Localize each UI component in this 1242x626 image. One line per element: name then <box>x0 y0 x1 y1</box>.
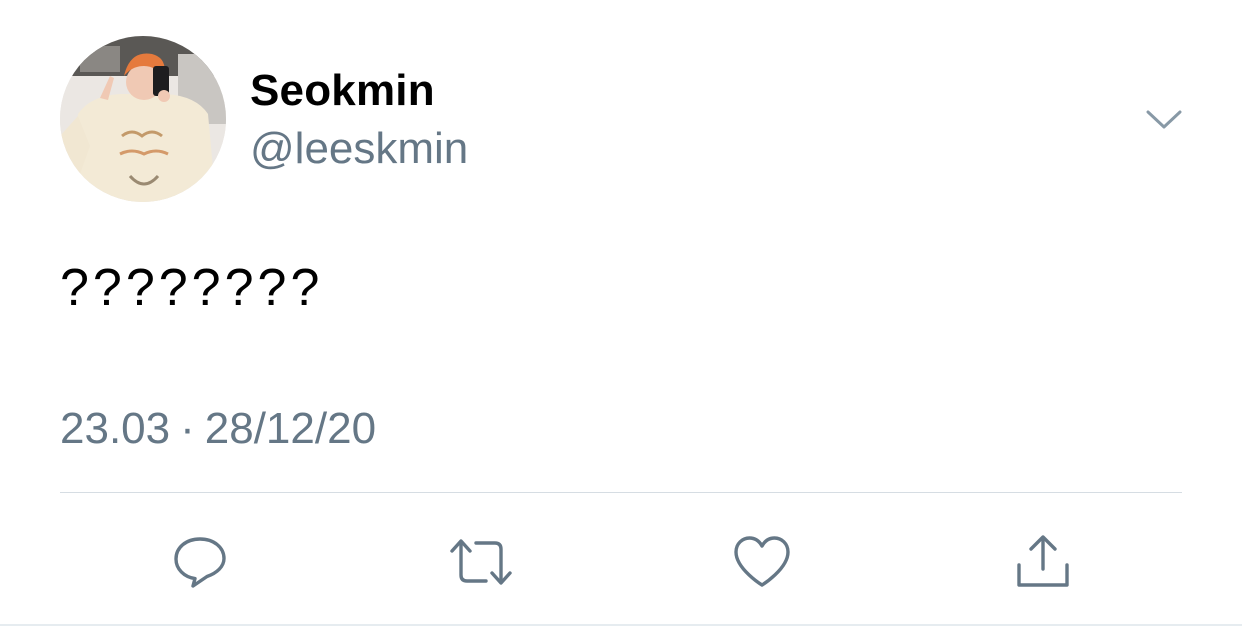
avatar-photo <box>60 36 226 202</box>
action-bar <box>60 520 1182 600</box>
heart-icon <box>734 536 790 587</box>
retweet-button[interactable] <box>445 526 517 598</box>
share-icon <box>1017 535 1069 587</box>
tweet-time: 23.03 <box>60 404 171 453</box>
tweet-card: Seokmin @leeskmin ???????? 23.03 · 28/12/2… <box>0 0 1242 626</box>
reply-icon <box>174 537 226 588</box>
like-button[interactable] <box>726 526 798 598</box>
divider <box>60 492 1182 493</box>
retweet-icon <box>450 539 512 585</box>
chevron-down-icon <box>1146 110 1182 129</box>
tweet-text: ???????? <box>60 259 324 317</box>
more-options-button[interactable] <box>1140 100 1188 140</box>
avatar[interactable] <box>60 36 226 202</box>
reply-button[interactable] <box>164 526 236 598</box>
display-name[interactable]: Seokmin <box>250 66 435 116</box>
user-handle[interactable]: @leeskmin <box>250 124 468 174</box>
timestamp-separator: · <box>180 404 195 453</box>
tweet-timestamp[interactable]: 23.03 · 28/12/20 <box>60 404 376 454</box>
share-button[interactable] <box>1007 526 1079 598</box>
tweet-date: 28/12/20 <box>204 404 377 453</box>
